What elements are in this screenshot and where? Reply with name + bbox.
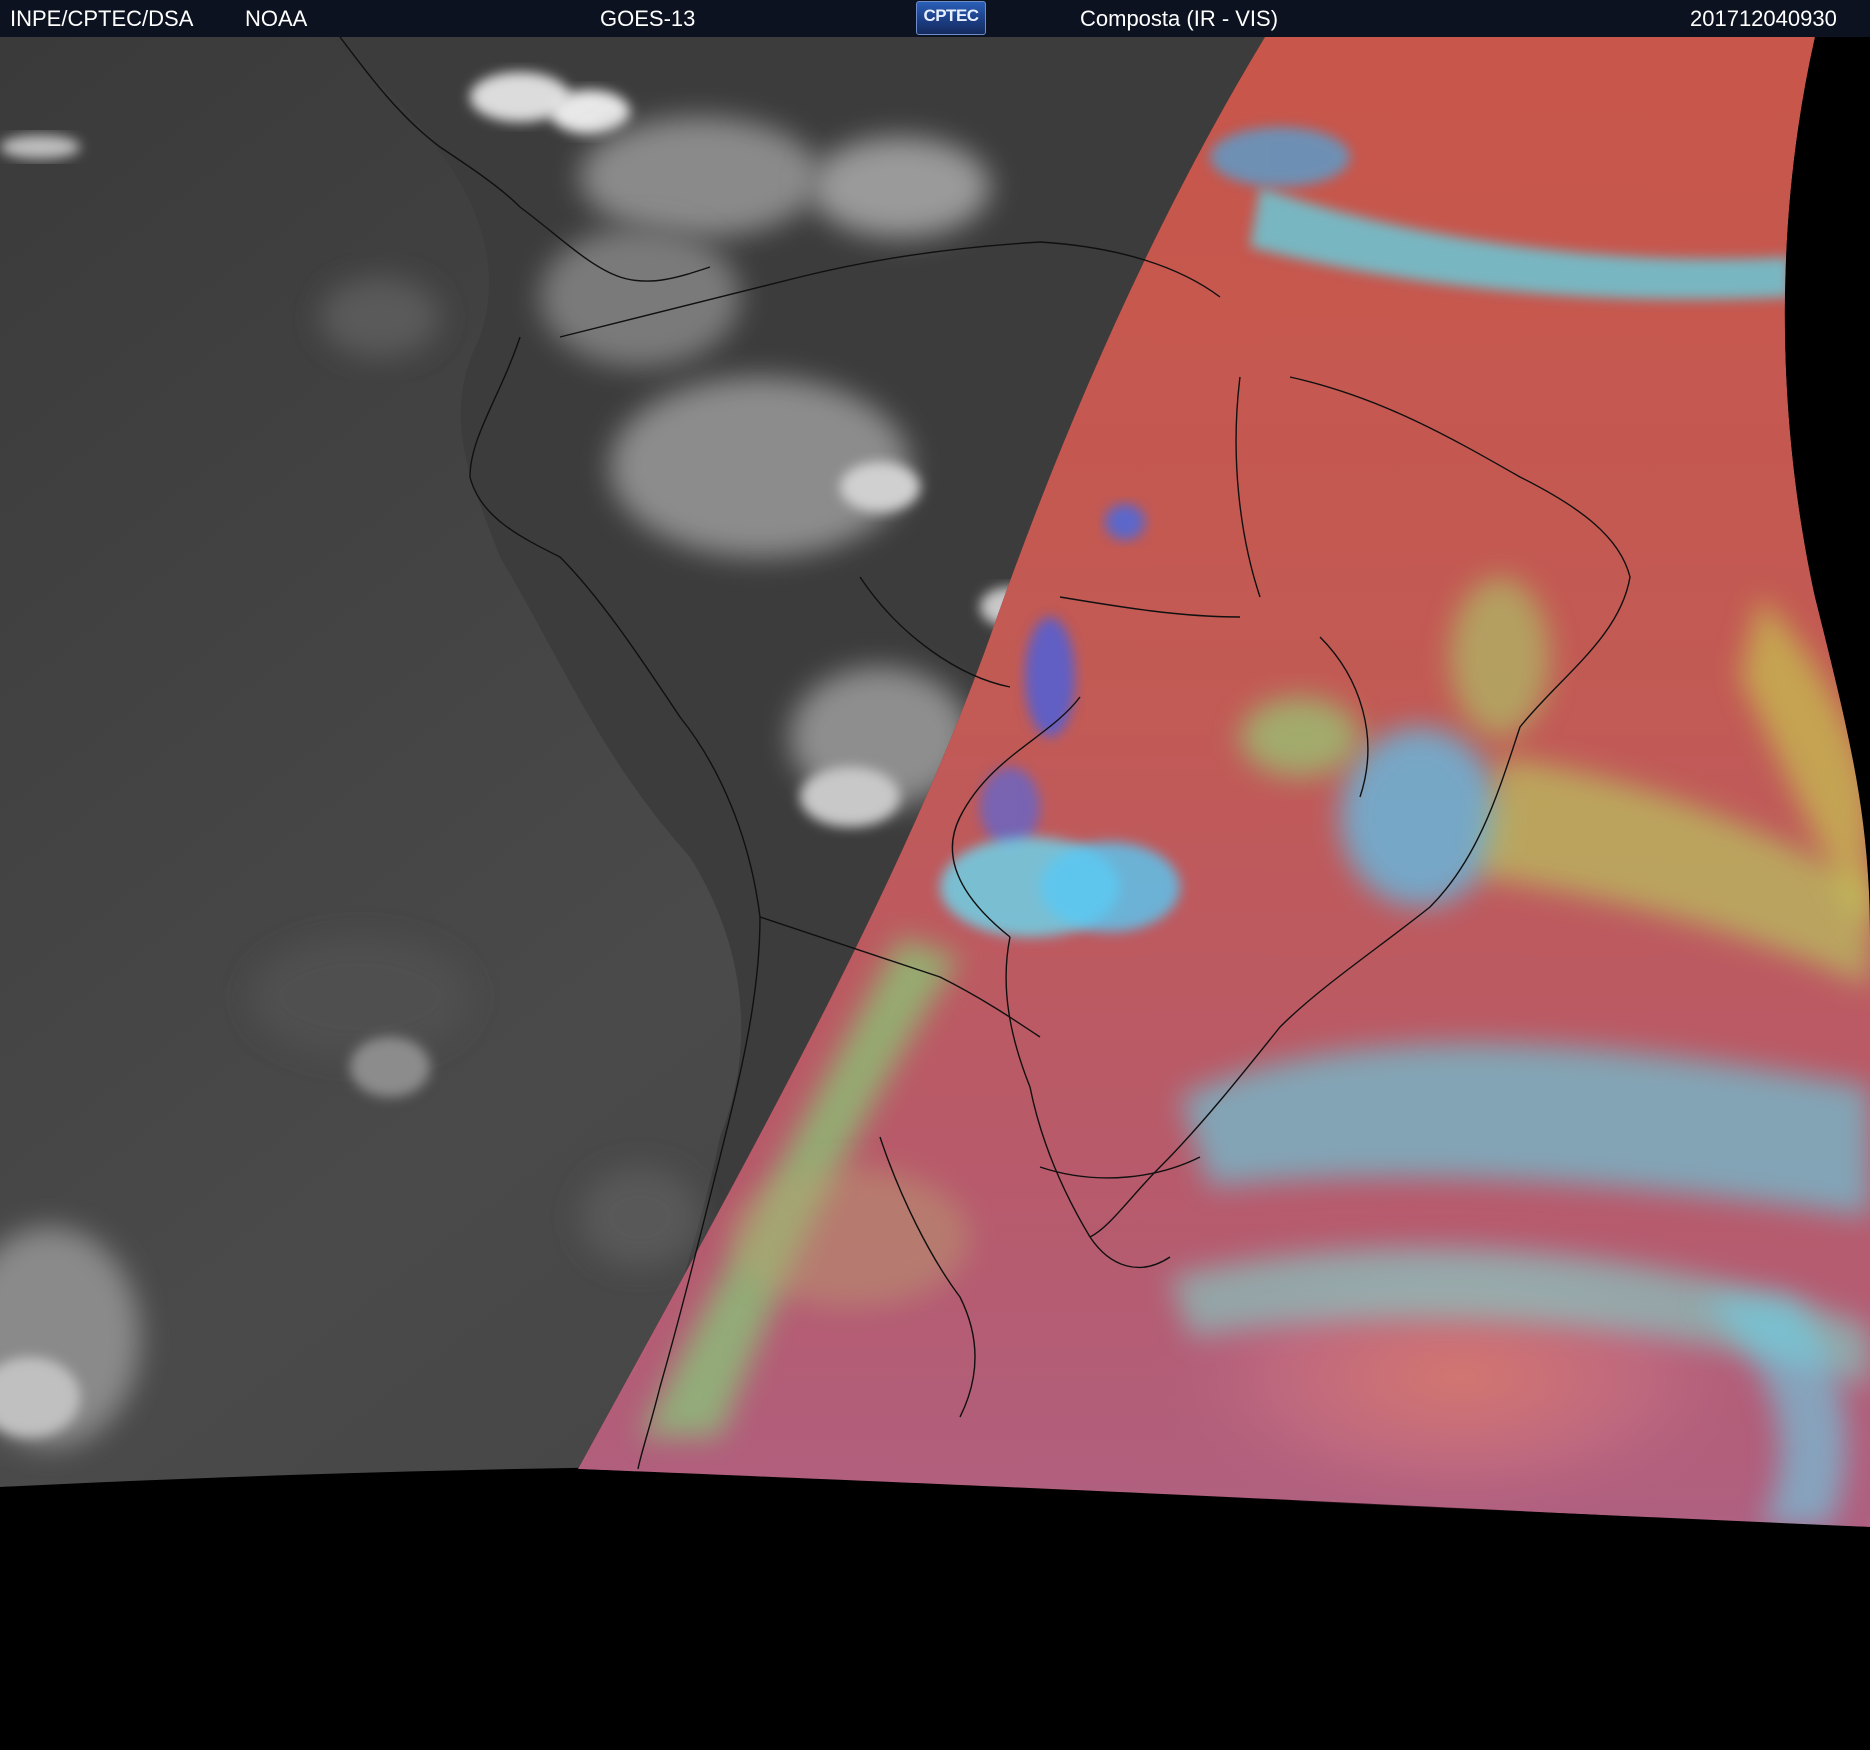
satellite-image [0, 37, 1870, 1750]
source-label: NOAA [245, 6, 308, 31]
agency-label: INPE/CPTEC/DSA [10, 6, 194, 31]
product-label: Composta (IR - VIS) [1080, 6, 1279, 31]
image-header-bar: INPE/CPTEC/DSA NOAA GOES-13 CPTEC Compos… [0, 0, 1870, 37]
cptec-logo: CPTEC [916, 1, 986, 35]
timestamp-label: 201712040930 [1690, 6, 1837, 31]
earth-disk [0, 37, 1870, 1527]
satellite-label: GOES-13 [600, 6, 696, 31]
